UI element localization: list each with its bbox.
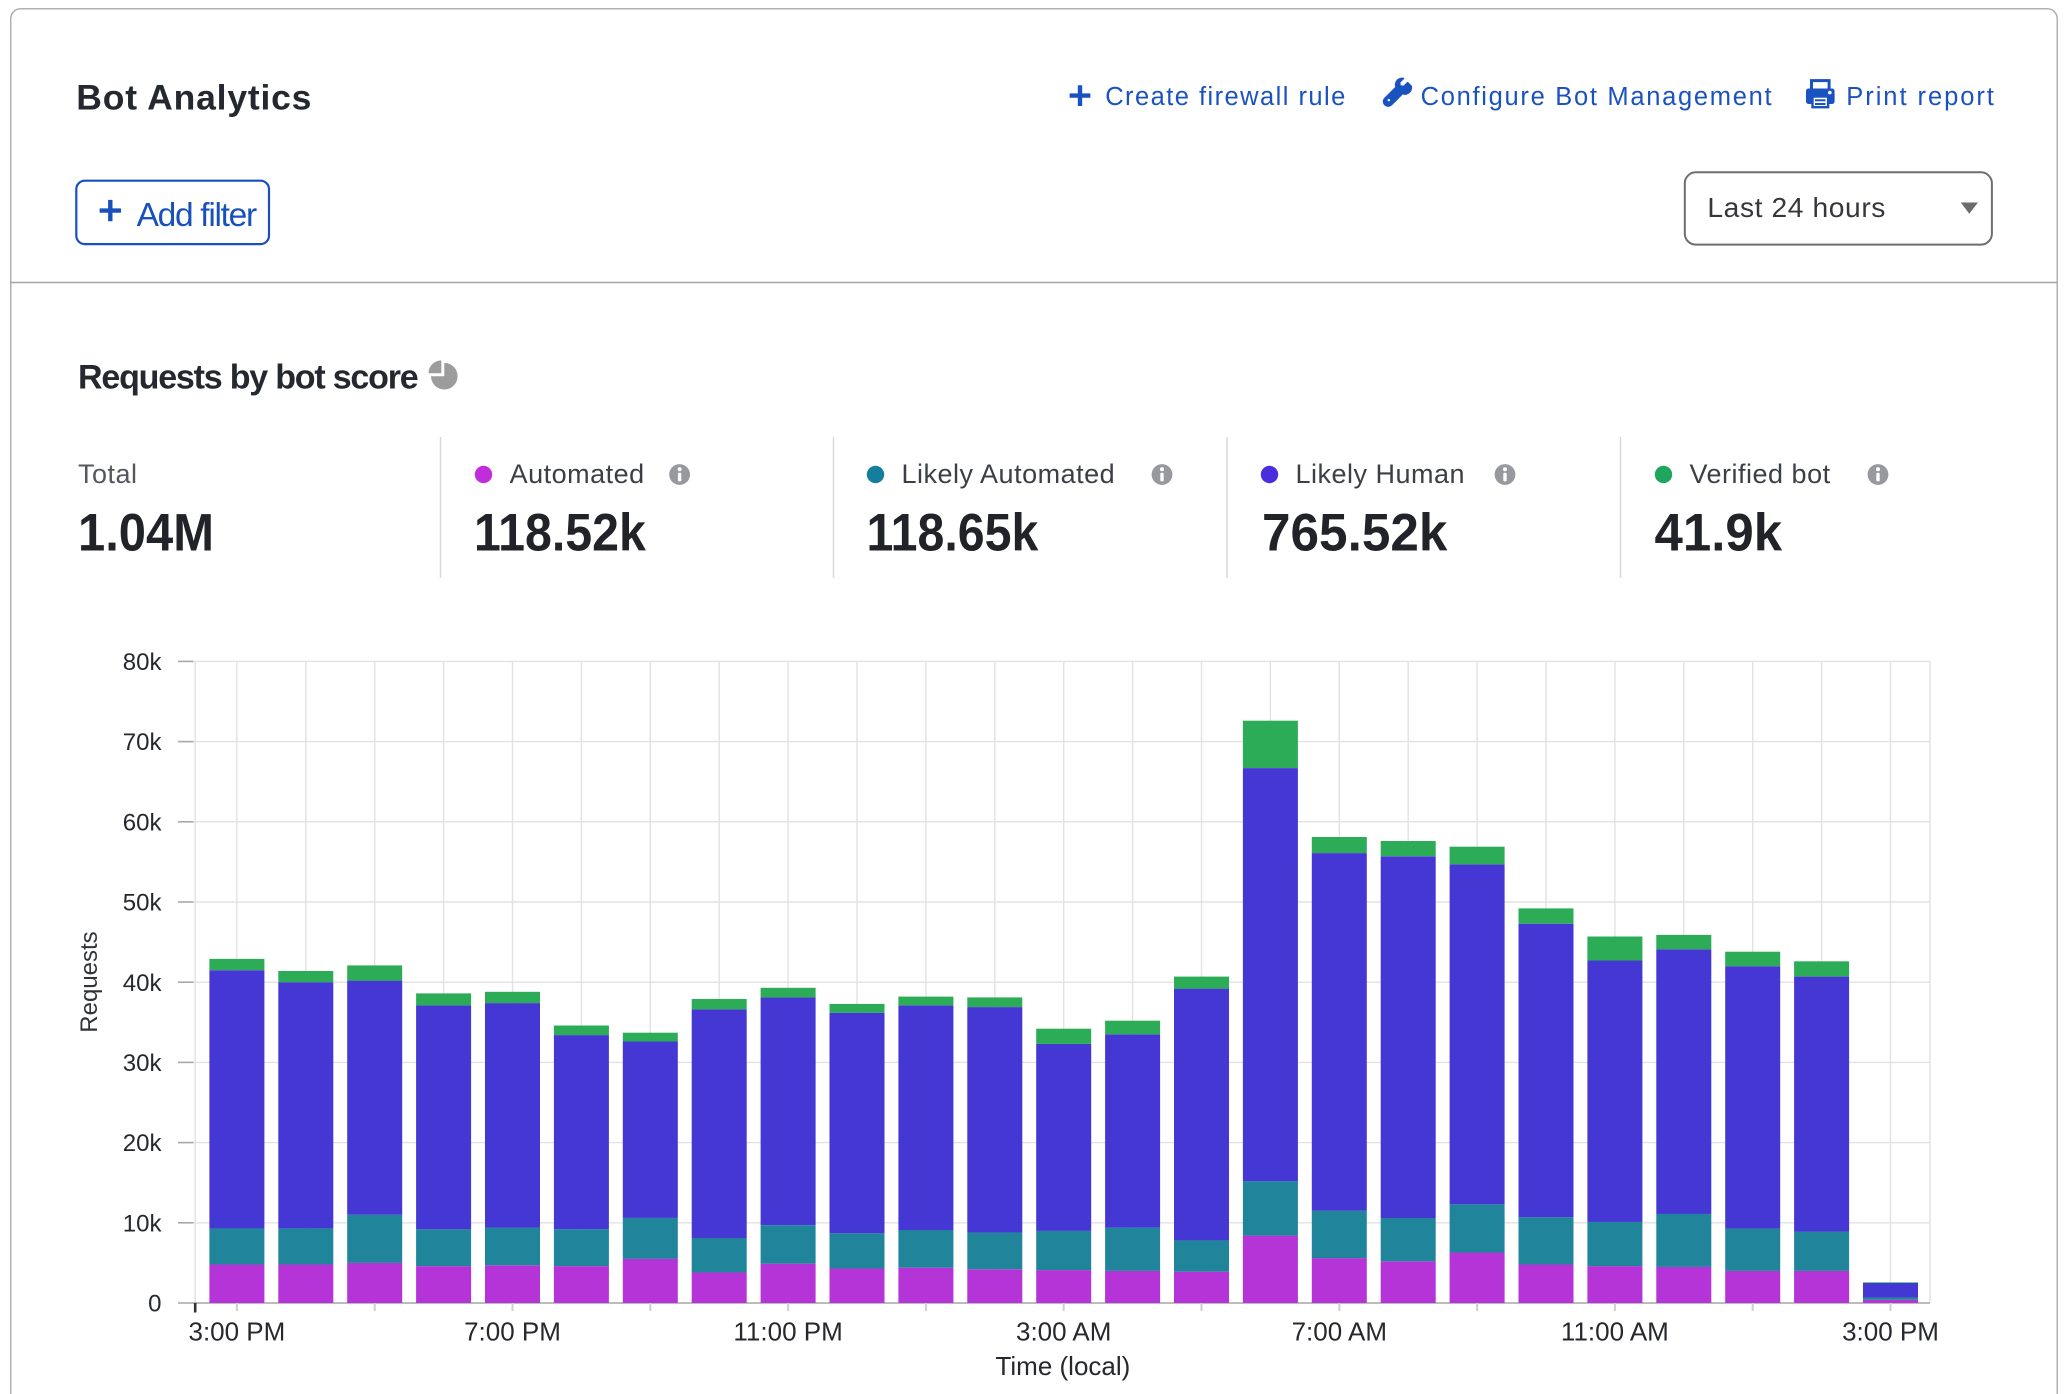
svg-text:11:00 AM: 11:00 AM (1561, 1317, 1669, 1347)
svg-text:41.9k: 41.9k (1655, 504, 1783, 563)
svg-text:Verified bot: Verified bot (1690, 459, 1831, 489)
svg-text:Requests: Requests (76, 931, 103, 1032)
svg-text:Bot Analytics: Bot Analytics (76, 77, 312, 117)
svg-text:7:00 PM: 7:00 PM (464, 1317, 561, 1347)
svg-text:Likely Automated: Likely Automated (902, 459, 1116, 489)
svg-text:3:00 PM: 3:00 PM (188, 1317, 285, 1347)
svg-text:Total: Total (78, 459, 138, 489)
svg-text:Automated: Automated (510, 459, 645, 489)
svg-text:Likely Human: Likely Human (1296, 459, 1466, 489)
svg-text:11:00 PM: 11:00 PM (733, 1317, 842, 1347)
svg-text:0: 0 (148, 1291, 161, 1318)
svg-text:3:00 AM: 3:00 AM (1016, 1317, 1111, 1347)
svg-text:765.52k: 765.52k (1262, 504, 1448, 563)
svg-text:118.52k: 118.52k (474, 502, 647, 562)
svg-text:40k: 40k (123, 970, 163, 997)
svg-text:Last 24 hours: Last 24 hours (1707, 191, 1886, 223)
svg-text:Requests by bot score: Requests by bot score (78, 359, 418, 397)
svg-text:Time (local): Time (local) (995, 1351, 1130, 1381)
svg-text:Create firewall rule: Create firewall rule (1105, 83, 1347, 111)
svg-text:118.65k: 118.65k (867, 502, 1040, 562)
svg-text:50k: 50k (123, 890, 163, 917)
svg-text:Add filter: Add filter (137, 197, 257, 234)
svg-text:20k: 20k (123, 1130, 163, 1157)
svg-text:3:00 PM: 3:00 PM (1842, 1317, 1939, 1347)
svg-text:60k: 60k (123, 809, 163, 836)
svg-text:7:00 AM: 7:00 AM (1292, 1317, 1387, 1347)
svg-text:Configure Bot Management: Configure Bot Management (1421, 83, 1774, 111)
svg-text:30k: 30k (123, 1050, 163, 1077)
svg-text:70k: 70k (123, 729, 163, 756)
svg-text:Print report: Print report (1846, 83, 1996, 111)
svg-text:10k: 10k (123, 1210, 163, 1237)
svg-text:1.04M: 1.04M (78, 503, 214, 562)
svg-text:80k: 80k (123, 649, 163, 676)
